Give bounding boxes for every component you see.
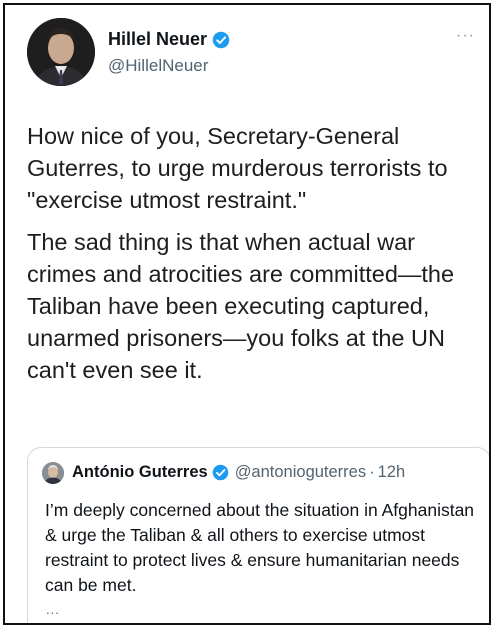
more-options-icon[interactable]: ··· [456, 27, 475, 45]
tweet-body: How nice of you, Secretary-General Guter… [27, 120, 487, 386]
quoted-ellipsis: ... [46, 602, 60, 617]
quoted-tweet-text: I’m deeply concerned about the situation… [45, 500, 475, 595]
quoted-author-name[interactable]: António Guterres [72, 463, 208, 482]
avatar-photo-icon [27, 18, 95, 86]
quoted-tweet[interactable]: António Guterres @antonioguterres · 12h … [27, 447, 489, 623]
quoted-header: António Guterres @antonioguterres · 12h [72, 463, 405, 482]
tweet-card: Hillel Neuer @HillelNeuer ··· How nice o… [3, 3, 491, 625]
tweet-paragraph: How nice of you, Secretary-General Guter… [27, 123, 448, 213]
quoted-author-handle[interactable]: @antonioguterres [235, 463, 366, 482]
quoted-timestamp[interactable]: 12h [378, 463, 406, 482]
author-avatar[interactable] [27, 18, 95, 86]
quoted-author-avatar[interactable] [42, 462, 64, 484]
verified-badge-icon [212, 464, 228, 481]
author-name[interactable]: Hillel Neuer [108, 29, 207, 50]
separator-dot: · [369, 463, 375, 481]
verified-badge-icon [212, 31, 230, 48]
tweet-paragraph: The sad thing is that when actual war cr… [27, 229, 455, 383]
avatar-photo-icon [42, 462, 64, 484]
author-handle[interactable]: @HillelNeuer [108, 56, 208, 76]
author-name-row: Hillel Neuer [108, 29, 230, 50]
